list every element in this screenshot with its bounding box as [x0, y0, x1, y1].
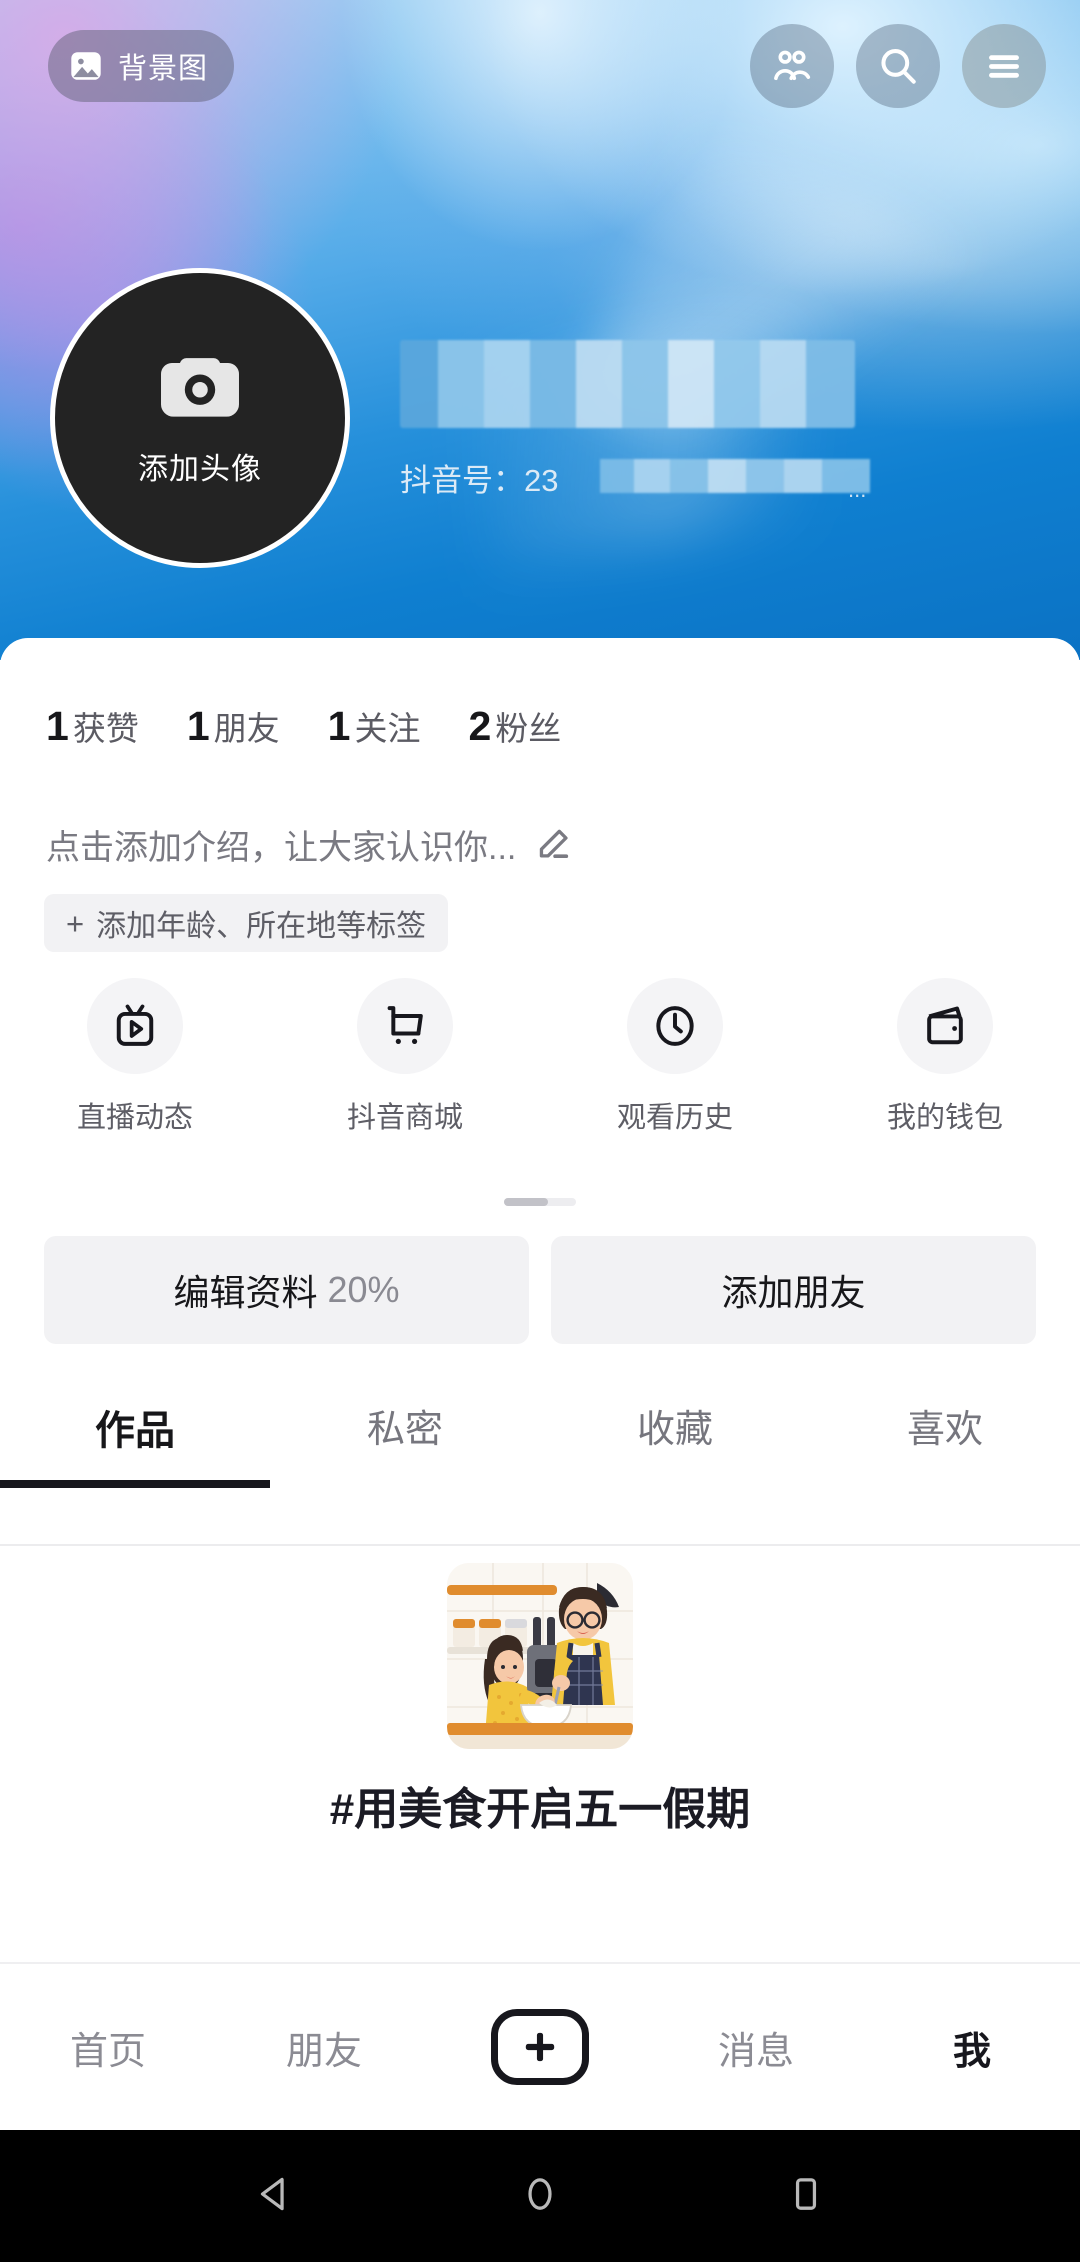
home-circle-icon[interactable] — [517, 2171, 563, 2222]
quick-action-wallet[interactable]: 我的钱包 — [810, 978, 1080, 1136]
tab-likes[interactable]: 喜欢 — [810, 1398, 1080, 1488]
menu-button[interactable] — [962, 24, 1046, 108]
douyin-id-text: 抖音号：23 — [400, 455, 558, 500]
shopping-cart-icon — [387, 1006, 423, 1045]
tab-underline — [0, 1480, 270, 1488]
image-icon — [68, 48, 104, 84]
plus-icon: + — [66, 905, 85, 941]
tabs-divider — [0, 1544, 1080, 1546]
nav-me[interactable]: 我 — [864, 2020, 1080, 2075]
stat-label: 获赞 — [72, 710, 139, 747]
tab-works[interactable]: 作品 — [0, 1398, 270, 1488]
people-icon — [774, 50, 811, 81]
tab-label: 作品 — [95, 1409, 175, 1453]
quick-action-label: 我的钱包 — [886, 1102, 1003, 1134]
cover-light-streak-2 — [454, 295, 906, 575]
quick-action-label: 观看历史 — [616, 1102, 733, 1134]
content-tabs: 作品 私密 收藏 喜欢 — [0, 1398, 1080, 1488]
quick-action-history[interactable]: 观看历史 — [540, 978, 810, 1136]
back-triangle-icon[interactable] — [251, 2171, 297, 2222]
empty-state-title: #用美食开启五一假期 — [329, 1785, 751, 1834]
stat-label: 粉丝 — [495, 710, 562, 747]
nav-label: 消息 — [717, 2030, 794, 2073]
friends-button[interactable] — [750, 24, 834, 108]
quick-action-live[interactable]: 直播动态 — [0, 978, 270, 1136]
clock-icon-wrap — [627, 978, 723, 1074]
add-friend-label: 添加朋友 — [721, 1272, 866, 1313]
stat-friends[interactable]: 1 朋友 — [187, 702, 280, 750]
clock-icon — [656, 1006, 694, 1046]
camera-icon — [157, 349, 243, 432]
search-button[interactable] — [856, 24, 940, 108]
bio-row[interactable]: 点击添加介绍，让大家认识你... — [46, 820, 574, 869]
stat-value: 1 — [186, 703, 210, 749]
douyin-id-redacted — [600, 459, 870, 493]
tab-label: 收藏 — [636, 1409, 713, 1451]
stats-row: 1 获赞 1 朋友 1 关注 2 粉丝 — [46, 702, 609, 750]
tab-label: 私密 — [366, 1409, 443, 1451]
douyin-profile-screen: 背景图 添加头像 抖音号：23 ... 1 获赞 1 朋友 1 关注 2 粉丝 … — [0, 0, 1080, 2262]
shopping-cart-icon-wrap — [357, 978, 453, 1074]
add-friend-button[interactable]: 添加朋友 — [551, 1236, 1036, 1344]
cover-header-buttons — [750, 24, 1046, 108]
android-system-nav-bar — [0, 2130, 1080, 2262]
edit-profile-label: 编辑资料 — [173, 1272, 318, 1313]
plus-icon — [491, 2009, 589, 2085]
stat-following[interactable]: 1 关注 — [328, 702, 421, 750]
scrollbar-track — [504, 1198, 576, 1206]
add-tags-label: 添加年龄、所在地等标签 — [96, 910, 427, 943]
hamburger-menu-icon — [989, 55, 1019, 78]
profile-action-buttons: 编辑资料 20% 添加朋友 — [44, 1236, 1036, 1344]
stat-value: 2 — [468, 703, 492, 749]
stat-label: 关注 — [354, 710, 421, 747]
stat-value: 1 — [327, 703, 351, 749]
tab-label: 喜欢 — [906, 1409, 983, 1451]
stat-followers[interactable]: 2 粉丝 — [468, 702, 561, 750]
quick-action-label: 直播动态 — [76, 1102, 193, 1134]
pencil-icon — [532, 824, 574, 866]
douyin-id-row[interactable]: 抖音号：23 ... — [400, 455, 870, 502]
wallet-icon — [927, 1006, 963, 1045]
avatar-label: 添加头像 — [138, 452, 262, 486]
empty-state[interactable]: #用美食开启五一假期 — [0, 1563, 1080, 1837]
recents-square-icon[interactable] — [783, 2171, 829, 2222]
bio-placeholder: 点击添加介绍，让大家认识你... — [46, 829, 517, 867]
quick-actions-row: 直播动态 抖音商城 观看历史 我的钱包 — [0, 978, 1080, 1136]
search-icon — [881, 49, 916, 84]
profile-sheet: 1 获赞 1 朋友 1 关注 2 粉丝 点击添加介绍，让大家认识你... + 添… — [0, 638, 1080, 1962]
nav-create-button[interactable] — [432, 2009, 648, 2085]
douyin-id-visible: 23 — [524, 463, 559, 498]
edit-profile-button[interactable]: 编辑资料 20% — [44, 1236, 529, 1344]
nav-label: 朋友 — [285, 2030, 362, 2073]
background-image-label: 背景图 — [118, 53, 209, 85]
avatar-add-photo[interactable]: 添加头像 — [50, 268, 350, 568]
cooking-couple-illustration — [447, 1563, 633, 1749]
edit-profile-progress: 20% — [327, 1269, 400, 1310]
scrollbar-thumb[interactable] — [504, 1198, 548, 1206]
nav-home[interactable]: 首页 — [0, 2020, 216, 2075]
stat-value: 1 — [46, 703, 69, 749]
tab-favorites[interactable]: 收藏 — [540, 1398, 810, 1488]
douyin-id-prefix: 抖音号： — [400, 463, 524, 498]
nav-label: 我 — [952, 2030, 991, 2073]
live-tv-icon-wrap — [87, 978, 183, 1074]
quick-action-mall[interactable]: 抖音商城 — [270, 978, 540, 1136]
background-image-chip[interactable]: 背景图 — [48, 30, 235, 102]
quick-actions-scrollbar[interactable] — [0, 1198, 1080, 1206]
add-tags-chip[interactable]: + 添加年龄、所在地等标签 — [44, 894, 449, 952]
nav-friends[interactable]: 朋友 — [216, 2020, 432, 2075]
douyin-id-ellipsis: ... — [848, 477, 867, 502]
nav-messages[interactable]: 消息 — [648, 2020, 864, 2075]
quick-action-label: 抖音商城 — [346, 1102, 463, 1134]
nav-label: 首页 — [69, 2030, 146, 2073]
bottom-navigation: 首页 朋友 消息 我 — [0, 1962, 1080, 2130]
tab-private[interactable]: 私密 — [270, 1398, 540, 1488]
live-tv-icon — [116, 1004, 154, 1046]
wallet-icon-wrap — [897, 978, 993, 1074]
stat-label: 朋友 — [213, 710, 280, 747]
stat-likes[interactable]: 1 获赞 — [46, 702, 139, 750]
nickname-redacted[interactable] — [400, 340, 855, 428]
